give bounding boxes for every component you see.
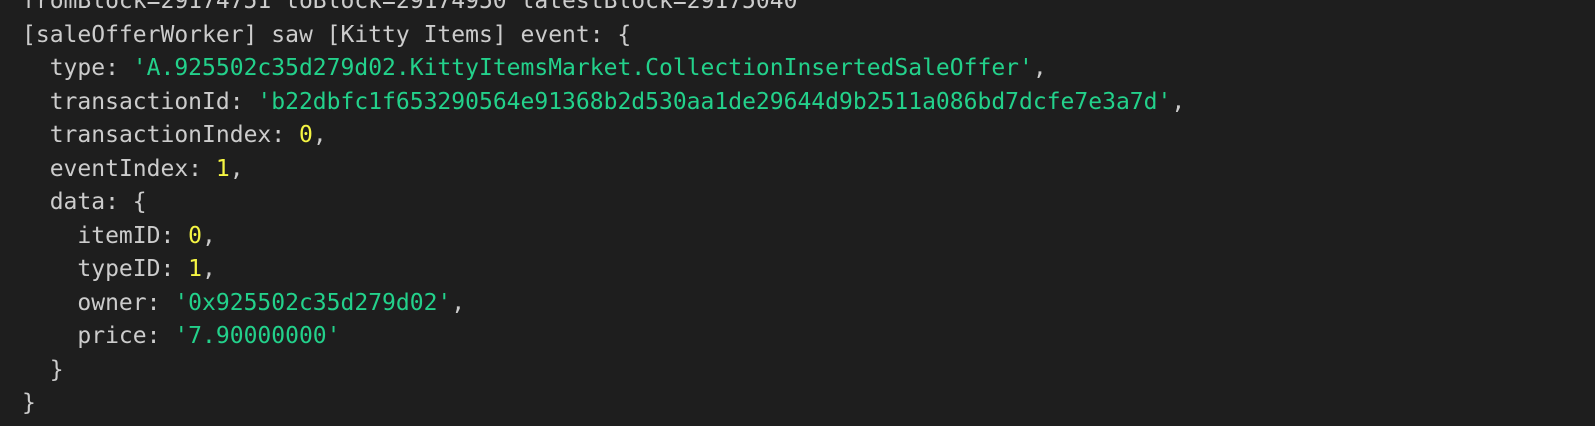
log-text: ,	[312, 122, 327, 148]
log-text: ,	[1032, 55, 1047, 81]
string-value: 'A.925502c35d279d02.KittyItemsMarket.Col…	[132, 55, 1033, 81]
terminal-line: transactionIndex: 0,	[22, 119, 327, 152]
log-text: transactionId:	[49, 88, 258, 115]
log-text: [saleOfferWorker] saw [Kitty Items] even…	[22, 21, 632, 48]
terminal-line: itemID: 0,	[22, 220, 216, 253]
log-text: owner:	[77, 289, 175, 316]
number-value: 1	[215, 155, 230, 182]
log-text: ,	[202, 222, 216, 249]
terminal-line: price: '7.90000000'	[22, 320, 341, 353]
log-text: fromBlock=29174751 toBlock=29174950 late…	[22, 0, 798, 14]
log-text: price:	[77, 323, 175, 349]
log-text: type:	[49, 55, 133, 81]
number-value: 1	[188, 256, 203, 282]
log-text: }	[49, 356, 64, 383]
terminal-line: typeID: 1,	[22, 253, 216, 286]
terminal-line: [saleOfferWorker] saw [Kitty Items] even…	[22, 19, 631, 52]
string-value: 'b22dbfc1f653290564e91368b2d530aa1de2964…	[257, 88, 1172, 115]
log-text: ,	[229, 155, 244, 182]
log-text: typeID:	[77, 256, 189, 282]
log-text: transactionIndex:	[49, 122, 299, 148]
terminal-line: type: 'A.925502c35d279d02.KittyItemsMark…	[22, 52, 1047, 85]
log-text: itemID:	[77, 222, 189, 249]
terminal-line: eventIndex: 1,	[22, 153, 244, 186]
terminal-line: }	[22, 387, 36, 420]
number-value: 0	[188, 222, 203, 249]
terminal-output: fromBlock=29174751 toBlock=29174950 late…	[0, 0, 1595, 426]
log-text: eventIndex:	[49, 155, 216, 182]
terminal-line: fromBlock=29174751 toBlock=29174950 late…	[22, 0, 797, 18]
terminal-line: transactionId: 'b22dbfc1f653290564e91368…	[22, 86, 1186, 119]
terminal-line: owner: '0x925502c35d279d02',	[22, 287, 465, 320]
log-text: data: {	[49, 189, 147, 215]
number-value: 0	[298, 122, 313, 148]
terminal-line: }	[22, 354, 64, 387]
log-text: ,	[202, 256, 216, 282]
string-value: '7.90000000'	[174, 323, 341, 349]
log-text: ,	[1171, 88, 1186, 115]
log-text: }	[22, 390, 36, 416]
terminal-line: data: {	[22, 186, 147, 219]
log-text: ,	[451, 289, 466, 316]
string-value: '0x925502c35d279d02'	[174, 289, 452, 316]
